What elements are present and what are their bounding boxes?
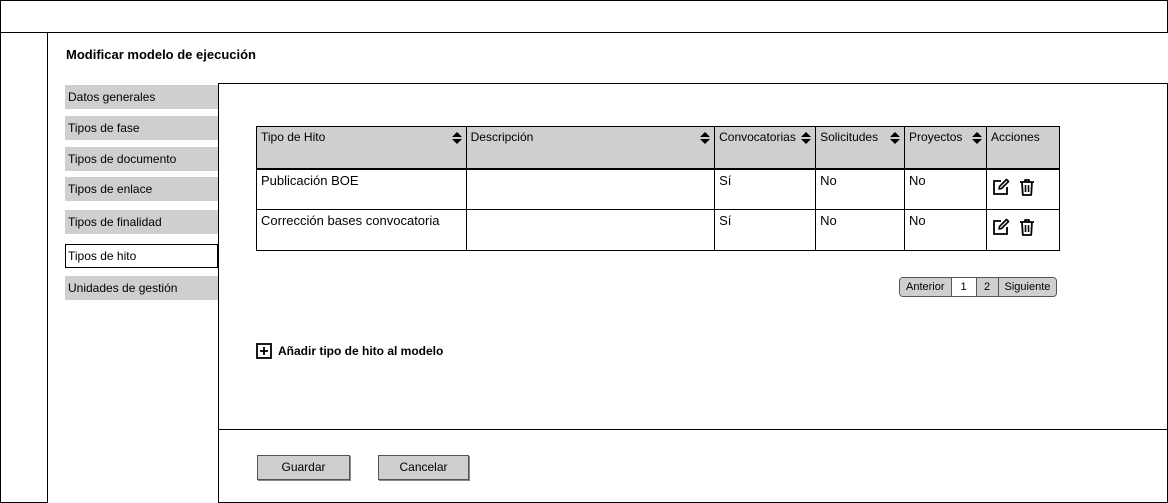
nav-item-tipos-de-enlace[interactable]: Tipos de enlace: [65, 177, 218, 201]
column-header-solicitudes[interactable]: Solicitudes: [815, 126, 906, 170]
table-header-row: Tipo de Hito Descripción Convocatorias S…: [256, 126, 1060, 170]
column-header-label: Solicitudes: [820, 130, 879, 144]
column-header-proyectos[interactable]: Proyectos: [904, 126, 987, 170]
column-header-label: Acciones: [991, 130, 1040, 144]
cell-convocatorias: Sí: [714, 209, 817, 251]
column-header-acciones: Acciones: [986, 126, 1060, 170]
edit-icon[interactable]: [991, 177, 1011, 197]
nav-item-unidades-de-gestion[interactable]: Unidades de gestión: [65, 276, 218, 300]
pagination-next[interactable]: Siguiente: [998, 278, 1057, 296]
pagination-page-1[interactable]: 1: [951, 278, 977, 296]
column-header-tipo-de-hito[interactable]: Tipo de Hito: [256, 126, 467, 170]
cell-solicitudes: No: [815, 209, 906, 251]
column-header-convocatorias[interactable]: Convocatorias: [714, 126, 817, 170]
sort-icon[interactable]: [451, 132, 462, 144]
column-header-label: Convocatorias: [719, 130, 796, 144]
plus-square-icon: [256, 343, 272, 359]
left-sidebar: [0, 32, 48, 503]
save-button[interactable]: Guardar: [257, 455, 350, 480]
cell-convocatorias: Sí: [714, 168, 817, 210]
table-row: Publicación BOE Sí No No: [256, 168, 1060, 210]
cell-acciones: [986, 168, 1060, 210]
cell-solicitudes: No: [815, 168, 906, 210]
cell-descripcion: [465, 209, 716, 251]
column-header-label: Descripción: [470, 130, 534, 144]
trash-icon[interactable]: [1017, 177, 1037, 197]
sort-icon[interactable]: [801, 132, 812, 144]
column-header-label: Tipo de Hito: [261, 130, 326, 144]
add-tipo-hito-label: Añadir tipo de hito al modelo: [278, 344, 444, 358]
top-bar: [0, 0, 1168, 33]
table-row: Corrección bases convocatoria Sí No No: [256, 209, 1060, 251]
nav-item-tipos-de-finalidad[interactable]: Tipos de finalidad: [65, 210, 218, 234]
cell-tipo: Corrección bases convocatoria: [256, 209, 467, 251]
pagination: Anterior 1 2 Siguiente: [899, 277, 1058, 297]
hitos-table: Tipo de Hito Descripción Convocatorias S…: [256, 126, 1060, 251]
cancel-button[interactable]: Cancelar: [378, 455, 469, 480]
column-header-descripcion[interactable]: Descripción: [465, 126, 716, 170]
sort-icon[interactable]: [890, 132, 901, 144]
sort-icon[interactable]: [700, 132, 711, 144]
trash-icon[interactable]: [1017, 217, 1037, 237]
pagination-page-2[interactable]: 2: [976, 278, 999, 296]
footer-divider: [218, 429, 1168, 430]
edit-icon[interactable]: [991, 217, 1011, 237]
page-title: Modificar modelo de ejecución: [66, 47, 256, 62]
cell-acciones: [986, 209, 1060, 251]
nav-item-tipos-de-documento[interactable]: Tipos de documento: [65, 147, 218, 171]
nav-item-tipos-de-fase[interactable]: Tipos de fase: [65, 116, 218, 140]
nav-item-tipos-de-hito[interactable]: Tipos de hito: [65, 244, 218, 268]
cell-proyectos: No: [904, 209, 987, 251]
pagination-prev[interactable]: Anterior: [900, 278, 952, 296]
cell-descripcion: [465, 168, 716, 210]
add-tipo-hito-button[interactable]: Añadir tipo de hito al modelo: [256, 343, 443, 359]
cell-tipo: Publicación BOE: [256, 168, 467, 210]
cell-proyectos: No: [904, 168, 987, 210]
nav-item-datos-generales[interactable]: Datos generales: [65, 85, 218, 109]
column-header-label: Proyectos: [909, 130, 963, 144]
sort-icon[interactable]: [972, 132, 982, 144]
